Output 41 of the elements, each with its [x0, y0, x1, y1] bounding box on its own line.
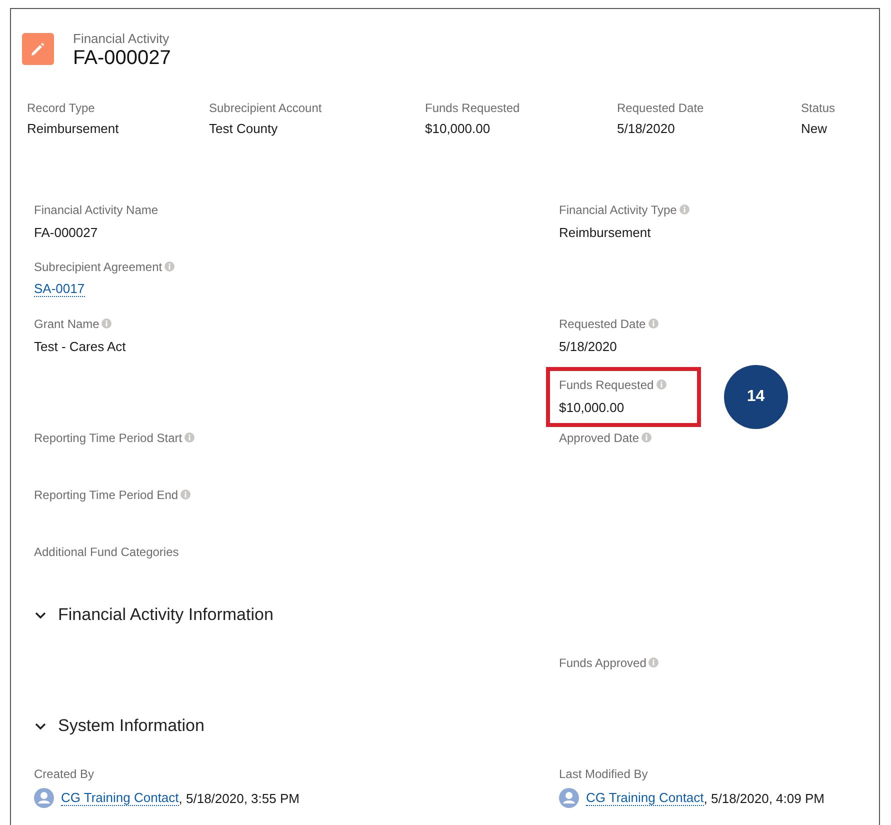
field-value: $10,000.00	[559, 400, 624, 414]
field-label: Additional Fund Categories	[34, 544, 179, 558]
field-label: Funds Requested	[559, 378, 654, 392]
field-label: Subrecipient Account	[209, 101, 323, 115]
step-number: 14	[724, 365, 788, 429]
field-value: Test County	[209, 121, 279, 136]
field-label: Requested Date	[559, 316, 646, 330]
field-value: 5/18/2020	[559, 338, 617, 354]
timestamp: , 5/18/2020, 3:55 PM	[178, 790, 300, 806]
field-label: Last Modified By	[559, 766, 648, 780]
field-label: Funds Requested	[425, 101, 521, 115]
field-value: Reimbursement	[27, 121, 120, 136]
pencil-icon	[29, 40, 47, 58]
field-label: Grant Name	[34, 316, 100, 330]
field-label: Reporting Time Period End	[34, 488, 178, 502]
field-value: New	[801, 121, 828, 136]
field-label: Reporting Time Period Start	[34, 430, 182, 444]
user-link[interactable]: CG Training Contact	[586, 790, 704, 806]
field-label: Funds Approved	[559, 656, 646, 670]
user-link[interactable]: CG Training Contact	[61, 790, 179, 806]
field-label: Status	[801, 101, 836, 115]
field-label: Subrecipient Agreement	[34, 260, 162, 274]
field-label: Record Type	[27, 101, 96, 115]
field-value: $10,000.00	[425, 121, 492, 136]
timestamp: , 5/18/2020, 4:09 PM	[704, 790, 824, 806]
object-label: Financial Activity	[73, 31, 170, 46]
section-header[interactable]: System Information	[34, 716, 334, 736]
field-value: Test - Cares Act	[34, 338, 126, 354]
record-link[interactable]: SA-0017	[34, 281, 85, 297]
field-value: 5/18/2020	[617, 121, 676, 136]
field-label: Created By	[34, 766, 94, 780]
field-value: FA-000027	[34, 224, 98, 240]
avatar-icon	[559, 788, 579, 808]
field-label: Approved Date	[559, 430, 640, 444]
field-label: Financial Activity Name	[34, 202, 158, 216]
field-value: Reimbursement	[559, 224, 651, 240]
avatar-icon	[34, 788, 54, 808]
record-title: FA-000027	[73, 47, 171, 70]
section-header[interactable]: Financial Activity Information	[34, 605, 334, 625]
field-label: Requested Date	[617, 101, 705, 115]
field-label: Financial Activity Type	[559, 202, 677, 216]
